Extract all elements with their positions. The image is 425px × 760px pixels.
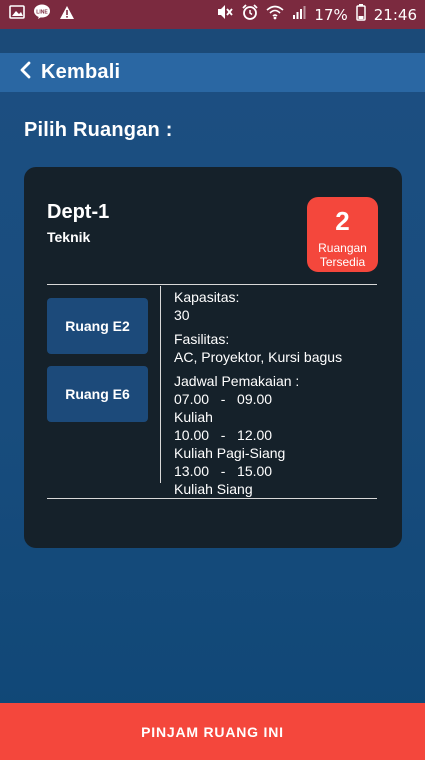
schedule-time: 13.00 - 15.00	[174, 463, 273, 479]
schedule-time: 07.00 - 09.00	[174, 391, 273, 407]
room-button-e6[interactable]: Ruang E6	[47, 366, 148, 422]
chevron-left-icon	[20, 61, 31, 84]
capacity-value: 30	[174, 307, 190, 323]
room-button-e2[interactable]: Ruang E2	[47, 298, 148, 354]
schedule-desc: Kuliah	[174, 409, 213, 425]
alarm-icon	[242, 4, 259, 25]
borrow-room-button[interactable]: PINJAM RUANG INI	[0, 703, 425, 760]
battery-percent: 17%	[314, 5, 348, 24]
status-bar-right: 17% 21:46	[216, 3, 417, 26]
page-title: Pilih Ruangan :	[24, 119, 173, 141]
line-icon: LINE	[33, 4, 51, 25]
warning-icon	[59, 5, 75, 25]
clock: 21:46	[373, 5, 417, 24]
back-button[interactable]: Kembali	[20, 61, 120, 84]
back-label: Kembali	[41, 61, 121, 83]
header-strip	[0, 29, 425, 53]
divider-bottom	[47, 498, 377, 499]
facilities-value: AC, Proyektor, Kursi bagus	[174, 349, 343, 365]
mute-icon	[216, 4, 234, 25]
available-rooms-label-line1: Ruangan	[318, 241, 367, 255]
schedule-desc: Kuliah Pagi-Siang	[174, 445, 286, 461]
image-icon	[9, 5, 25, 24]
available-rooms-count: 2	[335, 206, 350, 236]
department-card: Dept-1 Teknik 2 Ruangan Tersedia Ruang E…	[24, 167, 402, 548]
status-bar: LINE 17% 21:46	[0, 0, 425, 29]
capacity-label: Kapasitas:	[174, 289, 240, 305]
divider-vertical	[160, 286, 161, 483]
schedule-time: 10.00 - 12.00	[174, 427, 273, 443]
app-bar: Kembali	[0, 53, 425, 92]
available-rooms-badge: 2 Ruangan Tersedia	[307, 197, 378, 272]
status-bar-left: LINE	[9, 4, 75, 25]
department-name: Dept-1	[47, 201, 110, 223]
available-rooms-label-line2: Tersedia	[319, 255, 366, 269]
divider-top	[47, 284, 377, 285]
svg-text:LINE: LINE	[36, 10, 48, 16]
schedule-label: Jadwal Pemakaian :	[174, 373, 300, 389]
facilities-label: Fasilitas:	[174, 331, 230, 347]
signal-icon	[292, 5, 306, 24]
schedule-desc: Kuliah Siang	[174, 481, 253, 497]
wifi-icon	[266, 5, 284, 25]
battery-icon	[356, 3, 366, 26]
faculty-name: Teknik	[47, 229, 91, 245]
room-details: Kapasitas: 30 Fasilitas: AC, Proyektor, …	[174, 288, 394, 498]
